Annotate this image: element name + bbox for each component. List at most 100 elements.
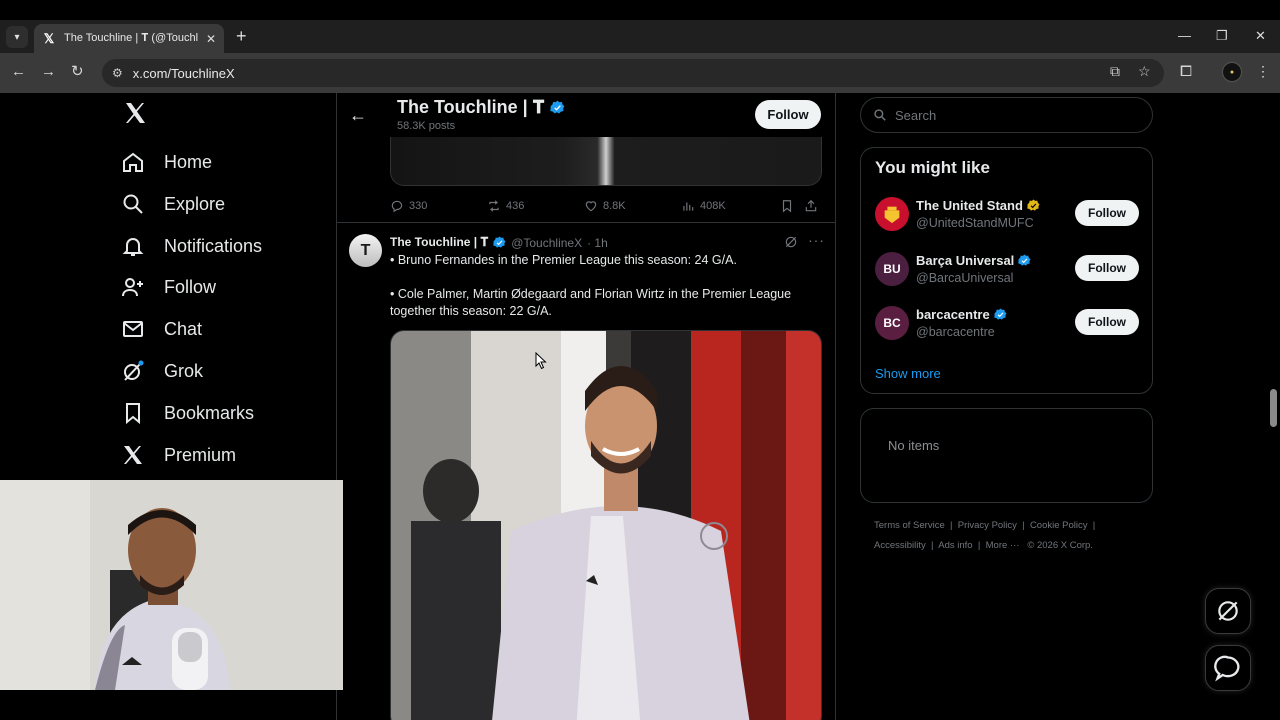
tab-title: The Touchline | 𝐓 (@TouchlineX	[64, 32, 198, 44]
follow-button[interactable]: Follow	[1075, 255, 1139, 281]
verified-badge-icon	[993, 308, 1007, 320]
chat-bubble-icon	[1214, 655, 1240, 682]
crest-icon	[884, 206, 900, 224]
footer-links-row-1: Terms of Service | Privacy Policy | Cook…	[874, 520, 1096, 531]
browser-tab[interactable]: 𝕏 The Touchline | 𝐓 (@TouchlineX ✕	[34, 24, 224, 53]
share-action[interactable]	[804, 199, 822, 213]
nav-bookmarks[interactable]: Bookmarks	[120, 392, 254, 434]
suggested-account[interactable]: BC barcacentre @barcacentre Follow	[875, 306, 1139, 342]
bell-icon	[120, 233, 146, 259]
reply-action[interactable]: 330	[390, 199, 487, 213]
grok-icon	[120, 358, 146, 384]
close-window-icon[interactable]: ✕	[1255, 28, 1266, 44]
tweet-handle[interactable]: @TouchlineX	[511, 236, 582, 250]
terms-link[interactable]: Terms of Service	[874, 520, 945, 531]
reply-count: 330	[409, 200, 428, 212]
nav-follow[interactable]: Follow	[120, 266, 216, 308]
extensions-icon[interactable]: ⧠	[1180, 64, 1192, 80]
main-right-border	[835, 93, 836, 720]
bookmark-action[interactable]	[780, 199, 804, 213]
bookmark-star-icon[interactable]: ☆	[1138, 63, 1151, 80]
previous-post-actions: 330 436 8.8K 408K	[390, 197, 822, 215]
verified-badge-icon	[1018, 254, 1031, 266]
nav-premium[interactable]: Premium	[120, 434, 236, 476]
follow-button[interactable]: Follow	[1075, 309, 1139, 335]
verified-gold-badge-icon	[1027, 199, 1040, 211]
grok-explain-icon[interactable]	[784, 235, 798, 249]
previous-post-media[interactable]	[390, 137, 822, 186]
views-action[interactable]: 408K	[681, 199, 780, 213]
window-top-edge	[0, 0, 1280, 20]
back-icon[interactable]: ←	[11, 64, 26, 80]
ads-info-link[interactable]: Ads info	[938, 540, 972, 551]
restore-icon[interactable]: ❐	[1216, 28, 1228, 44]
site-info-icon[interactable]: ⚙	[112, 66, 123, 80]
browser-menu-icon[interactable]: ⋮	[1256, 63, 1270, 80]
scrollbar-thumb[interactable]	[1270, 389, 1277, 427]
url-text[interactable]: x.com/TouchlineX	[133, 66, 235, 81]
suggested-account[interactable]: The United Stand @UnitedStandMUFC Follow	[875, 197, 1139, 233]
nav-label: Chat	[164, 318, 203, 339]
install-app-icon[interactable]: ⧉	[1110, 63, 1120, 80]
search-input[interactable]: Search	[860, 97, 1153, 133]
repost-count: 436	[506, 200, 525, 212]
nav-label: Bookmarks	[164, 402, 255, 423]
nav-grok[interactable]: Grok	[120, 350, 203, 392]
grok-fab-button[interactable]	[1205, 588, 1251, 634]
back-arrow-icon[interactable]: ←	[349, 105, 367, 126]
repost-action[interactable]: 436	[487, 199, 584, 213]
x-logo-icon[interactable]	[123, 101, 147, 125]
tweet-avatar[interactable]: T	[349, 234, 382, 267]
address-bar[interactable]: ⚙ x.com/TouchlineX ⧉ ☆	[102, 59, 1164, 87]
nav-notifications[interactable]: Notifications	[120, 225, 262, 267]
cookie-link[interactable]: Cookie Policy	[1030, 520, 1088, 531]
mouse-cursor-icon	[535, 352, 547, 370]
nav-explore[interactable]: Explore	[120, 183, 225, 225]
header-follow-button[interactable]: Follow	[755, 100, 821, 129]
show-more-link[interactable]: Show more	[875, 366, 941, 381]
heart-icon	[585, 201, 597, 212]
verified-badge-icon	[493, 236, 506, 248]
tab-search-button[interactable]: ▾	[6, 26, 28, 48]
tweet-photo[interactable]	[390, 330, 822, 720]
account-avatar[interactable]	[875, 197, 909, 231]
bookmark-icon	[782, 200, 792, 213]
views-count: 408K	[700, 200, 726, 212]
accessibility-link[interactable]: Accessibility	[874, 540, 926, 551]
grok-icon	[1218, 601, 1238, 621]
forward-icon[interactable]: →	[41, 64, 56, 80]
verified-badge-icon	[550, 100, 565, 114]
tweet-time[interactable]: · 1h	[587, 236, 608, 250]
reload-icon[interactable]: ↻	[71, 64, 84, 80]
posts-count: 58.3K posts	[397, 120, 456, 132]
reply-icon	[391, 200, 403, 213]
home-icon	[120, 149, 146, 175]
search-icon	[120, 191, 146, 217]
nav-label: Follow	[164, 276, 217, 297]
new-tab-button[interactable]: +	[236, 27, 247, 45]
chat-fab-button[interactable]	[1205, 645, 1251, 691]
privacy-link[interactable]: Privacy Policy	[958, 520, 1017, 531]
browser-toolbar: ← → ↻ ⚙ x.com/TouchlineX ⧉ ☆ ⧠ ● ⋮	[0, 53, 1280, 93]
search-icon	[874, 109, 886, 121]
follow-button[interactable]: Follow	[1075, 200, 1139, 226]
account-avatar[interactable]: BU	[875, 252, 909, 286]
minimize-icon[interactable]: —	[1178, 28, 1191, 43]
account-avatar[interactable]: BC	[875, 306, 909, 340]
person-plus-icon	[120, 274, 146, 300]
suggested-account[interactable]: BU Barça Universal @BarcaUniversal Follo…	[875, 252, 1139, 288]
photo-content	[391, 331, 821, 720]
webcam-person-image	[0, 480, 343, 690]
profile-avatar[interactable]: ●	[1222, 62, 1242, 82]
close-tab-icon[interactable]: ✕	[206, 32, 216, 46]
more-link[interactable]: More ···	[986, 540, 1020, 551]
search-placeholder: Search	[895, 107, 937, 123]
like-action[interactable]: 8.8K	[584, 199, 681, 213]
nav-home[interactable]: Home	[120, 141, 212, 183]
main-column: ← The Touchline | 𝐓 58.3K posts Follow 3…	[337, 93, 835, 720]
tweet-author-name[interactable]: The Touchline | 𝐓	[390, 235, 488, 250]
more-options-icon[interactable]: ···	[808, 232, 825, 248]
views-chart-icon	[683, 202, 694, 211]
tweet-text-line-1: • Bruno Fernandes in the Premier League …	[390, 253, 737, 267]
nav-chat[interactable]: Chat	[120, 308, 202, 350]
